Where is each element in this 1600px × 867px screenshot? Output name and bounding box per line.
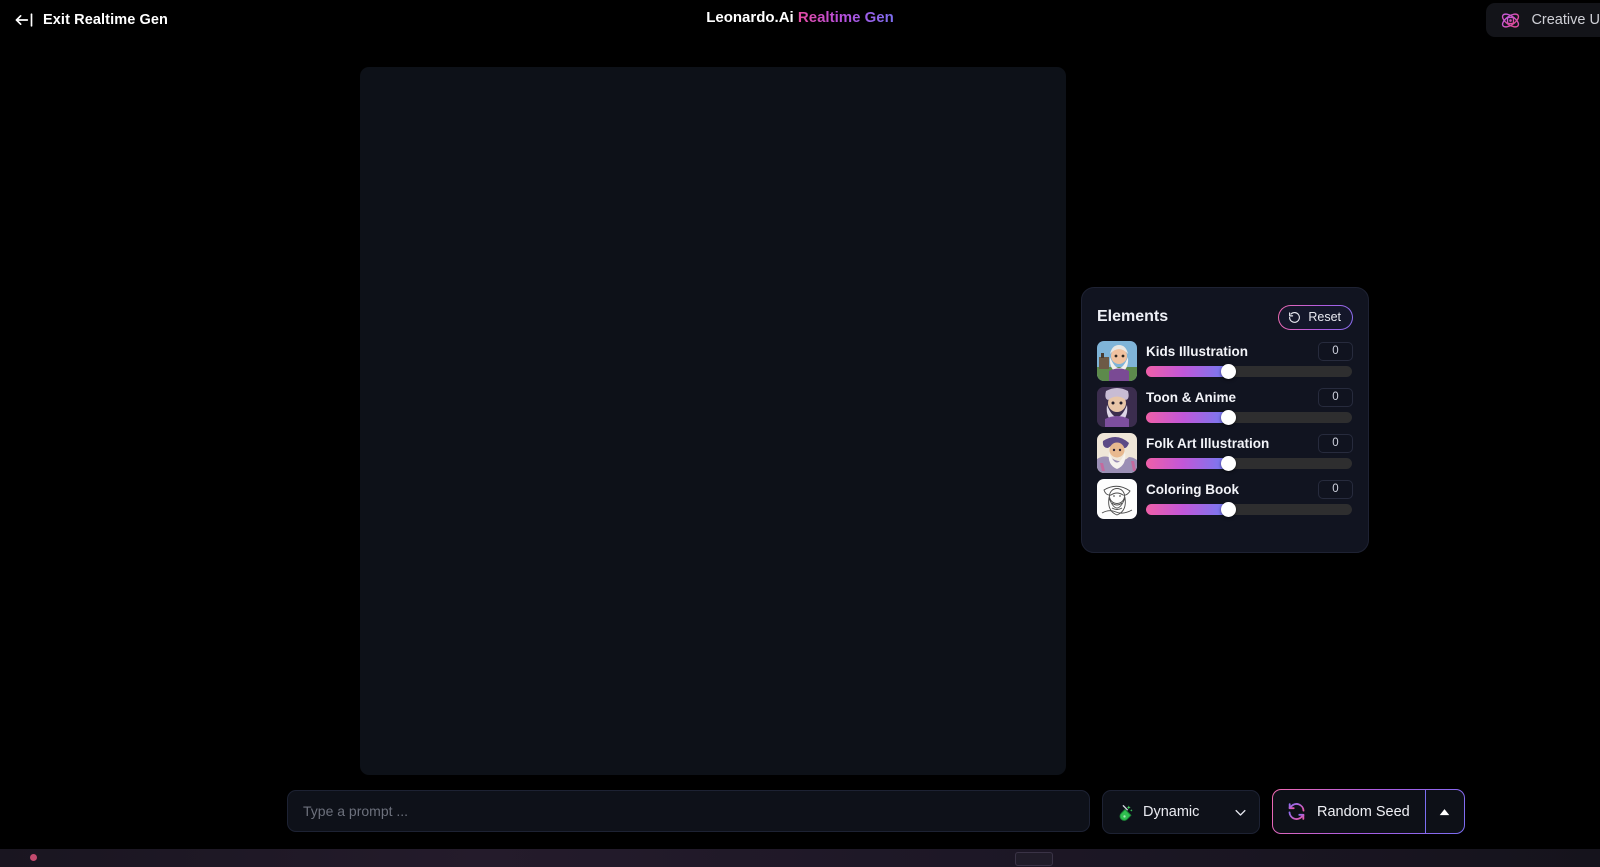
- refresh-circular-icon: [1288, 803, 1305, 820]
- slider-thumb[interactable]: [1221, 456, 1237, 471]
- thumb-art: [1097, 387, 1137, 427]
- generation-canvas[interactable]: [360, 67, 1066, 775]
- thumb-art: [1097, 341, 1137, 381]
- element-row[interactable]: Coloring Book 0: [1097, 479, 1353, 519]
- element-controls: Coloring Book 0: [1146, 479, 1353, 517]
- slider-fill: [1146, 504, 1229, 515]
- element-header: Toon & Anime 0: [1146, 388, 1353, 407]
- element-name: Kids Illustration: [1146, 344, 1249, 359]
- prompt-input[interactable]: [303, 791, 1074, 831]
- element-name: Coloring Book: [1146, 482, 1239, 497]
- random-seed-button[interactable]: Random Seed: [1273, 790, 1425, 833]
- slider-thumb[interactable]: [1221, 364, 1237, 379]
- element-weight-slider[interactable]: [1146, 364, 1352, 379]
- random-seed-group: Random Seed: [1272, 789, 1465, 834]
- element-name: Folk Art Illustration: [1146, 436, 1270, 451]
- element-header: Folk Art Illustration 0: [1146, 434, 1353, 453]
- reset-label: Reset: [1308, 310, 1341, 324]
- wizard-toon-anime-thumb[interactable]: [1097, 387, 1137, 427]
- element-header: Coloring Book 0: [1146, 480, 1353, 499]
- wizard-coloring-book-thumb[interactable]: [1097, 479, 1137, 519]
- mode-select-label: Dynamic: [1143, 804, 1200, 820]
- slider-thumb[interactable]: [1221, 502, 1237, 517]
- element-weight-slider[interactable]: [1146, 456, 1352, 471]
- elements-panel-header: Elements Reset: [1097, 304, 1353, 330]
- mode-name: Realtime Gen: [797, 9, 894, 26]
- thumb-art: [1097, 479, 1137, 519]
- caret-up-icon: [1439, 808, 1450, 815]
- element-controls: Folk Art Illustration 0: [1146, 433, 1353, 471]
- slider-fill: [1146, 412, 1229, 423]
- page-title: Leonardo.Ai Realtime Gen: [0, 9, 1600, 26]
- mode-select-dropdown[interactable]: Dynamic: [1102, 790, 1260, 834]
- elements-panel-title: Elements: [1097, 308, 1169, 325]
- element-weight-slider[interactable]: [1146, 410, 1352, 425]
- rotate-ccw-icon: [1289, 311, 1301, 323]
- taskbar-window-thumb: [1015, 852, 1053, 866]
- element-value[interactable]: 0: [1318, 434, 1353, 453]
- slider-fill: [1146, 458, 1229, 469]
- realtime-gen-app: Exit Realtime Gen Leonardo.Ai Realtime G…: [0, 0, 1600, 867]
- element-controls: Toon & Anime 0: [1146, 387, 1353, 425]
- element-row[interactable]: Toon & Anime 0: [1097, 387, 1353, 427]
- element-value[interactable]: 0: [1318, 388, 1353, 407]
- element-controls: Kids Illustration 0: [1146, 341, 1353, 379]
- random-seed-label: Random Seed: [1317, 803, 1410, 820]
- slider-fill: [1146, 366, 1229, 377]
- thumb-art: [1097, 433, 1137, 473]
- element-name: Toon & Anime: [1146, 390, 1236, 405]
- creative-upscale-label: Creative Up: [1531, 12, 1600, 28]
- element-row[interactable]: Kids Illustration 0: [1097, 341, 1353, 381]
- creative-upscale-button[interactable]: Creative Up: [1486, 3, 1600, 37]
- brand-name: Leonardo.Ai: [706, 9, 794, 26]
- wizard-kids-illustration-thumb[interactable]: [1097, 341, 1137, 381]
- os-taskbar-strip: [0, 849, 1600, 867]
- element-value[interactable]: 0: [1318, 480, 1353, 499]
- random-seed-caret-button[interactable]: [1424, 790, 1464, 833]
- element-row[interactable]: Folk Art Illustration 0: [1097, 433, 1353, 473]
- elements-panel: Elements Reset Kids Illustration 0 Toon …: [1081, 287, 1369, 553]
- chevron-down-icon[interactable]: [1233, 805, 1248, 820]
- top-bar: Exit Realtime Gen Leonardo.Ai Realtime G…: [0, 0, 1600, 40]
- potion-flask-icon: [1119, 804, 1133, 821]
- taskbar-indicator-dot: [30, 854, 37, 861]
- atom-icon: [1502, 12, 1520, 28]
- reset-button[interactable]: Reset: [1278, 305, 1353, 330]
- slider-thumb[interactable]: [1221, 410, 1237, 425]
- element-header: Kids Illustration 0: [1146, 342, 1353, 361]
- wizard-folk-art-thumb[interactable]: [1097, 433, 1137, 473]
- prompt-input-wrapper[interactable]: [287, 790, 1090, 832]
- element-weight-slider[interactable]: [1146, 502, 1352, 517]
- element-value[interactable]: 0: [1318, 342, 1353, 361]
